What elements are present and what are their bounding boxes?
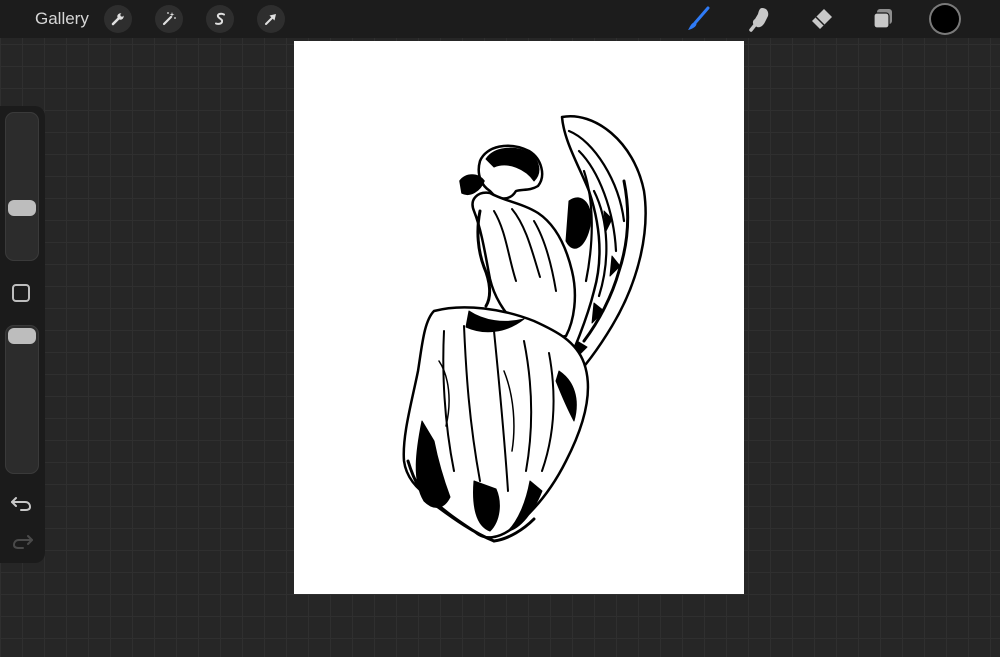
opacity-slider[interactable] [5, 325, 39, 474]
arrow-cursor-icon [265, 14, 276, 25]
eraser-icon [812, 9, 832, 29]
drawing-canvas[interactable] [294, 41, 744, 594]
actions-button[interactable] [104, 5, 132, 33]
angel-statue-artwork [402, 114, 647, 543]
selection-button[interactable] [206, 5, 234, 33]
brush-tool-button[interactable] [683, 5, 713, 33]
gallery-button[interactable]: Gallery [35, 9, 89, 29]
magic-wand-icon [162, 12, 176, 26]
transform-button[interactable] [257, 5, 285, 33]
brush-size-slider-thumb[interactable] [8, 200, 36, 216]
layers-button[interactable] [868, 5, 898, 33]
redo-arrow-icon[interactable] [11, 532, 33, 550]
selection-s-icon [215, 12, 225, 25]
top-toolbar: Gallery [0, 0, 1000, 38]
adjustments-button[interactable] [155, 5, 183, 33]
smudge-finger-icon [749, 8, 769, 32]
smudge-tool-button[interactable] [745, 5, 775, 33]
brush-size-slider[interactable] [5, 112, 39, 261]
undo-arrow-icon[interactable] [11, 494, 33, 512]
opacity-slider-thumb[interactable] [8, 328, 36, 344]
modify-button[interactable] [12, 284, 30, 302]
color-picker-button[interactable] [931, 5, 959, 33]
brush-icon [688, 6, 710, 30]
left-sidebar [0, 106, 45, 563]
wrench-icon [111, 13, 124, 26]
eraser-tool-button[interactable] [806, 5, 836, 33]
layers-icon [873, 9, 892, 29]
